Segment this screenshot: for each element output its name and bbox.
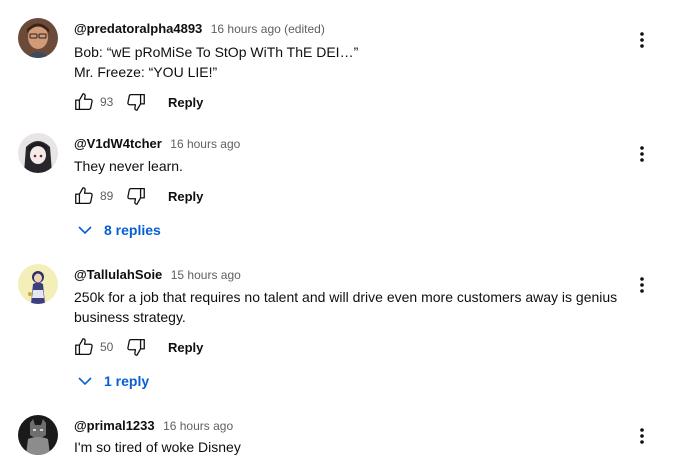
comment-timestamp[interactable]: 15 hours ago	[171, 268, 241, 282]
comment-menu-button[interactable]	[630, 28, 654, 52]
thumbs-up-icon	[75, 93, 93, 110]
comment-menu-button[interactable]	[630, 142, 654, 166]
comment-timestamp[interactable]: 16 hours ago (edited)	[211, 22, 325, 36]
comment-timestamp[interactable]: 16 hours ago	[170, 137, 240, 151]
reply-button[interactable]: Reply	[168, 340, 203, 355]
comments-section: @predatoralpha4893 16 hours ago (edited)…	[0, 0, 678, 465]
comment-text-line: I'm so tired of woke Disney	[74, 439, 241, 455]
comment-text: They never learn.	[74, 156, 634, 176]
thumbs-down-icon	[127, 339, 145, 356]
comment-actions: 89 Reply	[72, 184, 203, 208]
comment-author[interactable]: @predatoralpha4893	[74, 21, 202, 36]
avatar-dark-anime-icon	[18, 133, 58, 173]
comment-text-line: They never learn.	[74, 158, 183, 174]
like-button[interactable]	[72, 90, 96, 114]
avatar[interactable]	[18, 133, 58, 173]
avatar[interactable]	[18, 18, 58, 58]
reply-button[interactable]: Reply	[168, 95, 203, 110]
comment-header: @predatoralpha4893 16 hours ago (edited)	[74, 20, 325, 38]
replies-count-label: 8 replies	[104, 222, 161, 238]
chevron-down-icon	[78, 377, 92, 386]
more-vertical-icon	[640, 146, 644, 162]
avatar-man-portrait-icon	[18, 18, 58, 58]
more-vertical-icon	[640, 428, 644, 444]
comment-actions: 50 Reply	[72, 335, 203, 359]
comment-author[interactable]: @TallulahSoie	[74, 267, 162, 282]
comment-header: @V1dW4tcher 16 hours ago	[74, 135, 240, 153]
thumbs-down-icon	[127, 94, 145, 111]
dislike-button[interactable]	[124, 90, 148, 114]
comment-header: @primal1233 16 hours ago	[74, 417, 233, 435]
comment-text: 250k for a job that requires no talent a…	[74, 287, 634, 327]
reply-button[interactable]: Reply	[168, 189, 203, 204]
comment-author[interactable]: @primal1233	[74, 418, 155, 433]
comment-text-line: Bob: “wE pRoMiSe To StOp WiTh ThE DEI…”	[74, 44, 359, 60]
comment-text-line: business strategy.	[74, 309, 186, 325]
comment-header: @TallulahSoie 15 hours ago	[74, 266, 241, 284]
dislike-button[interactable]	[124, 335, 148, 359]
comment-menu-button[interactable]	[630, 424, 654, 448]
comment-author[interactable]: @V1dW4tcher	[74, 136, 162, 151]
replies-count-label: 1 reply	[104, 373, 150, 389]
thumbs-up-icon	[75, 187, 93, 204]
comment-text-line: 250k for a job that requires no talent a…	[74, 289, 618, 305]
avatar[interactable]	[18, 415, 58, 455]
chevron-down-icon	[78, 226, 92, 235]
avatar-yellow-illustration-icon	[18, 264, 58, 304]
like-count: 89	[100, 189, 114, 203]
like-count: 50	[100, 340, 114, 354]
comment-text-line: Mr. Freeze: “YOU LIE!”	[74, 64, 218, 80]
view-replies-button[interactable]: 1 reply	[76, 369, 149, 393]
view-replies-button[interactable]: 8 replies	[76, 218, 161, 242]
avatar-dark-armor-icon	[18, 415, 58, 455]
like-button[interactable]	[72, 184, 96, 208]
thumbs-up-icon	[75, 338, 93, 355]
like-count: 93	[100, 95, 114, 109]
comment-text: I'm so tired of woke Disney	[74, 437, 634, 457]
avatar[interactable]	[18, 264, 58, 304]
comment-text: Bob: “wE pRoMiSe To StOp WiTh ThE DEI…” …	[74, 42, 634, 82]
comment-timestamp[interactable]: 16 hours ago	[163, 419, 233, 433]
like-button[interactable]	[72, 335, 96, 359]
more-vertical-icon	[640, 32, 644, 48]
dislike-button[interactable]	[124, 184, 148, 208]
more-vertical-icon	[640, 277, 644, 293]
comment-menu-button[interactable]	[630, 273, 654, 297]
thumbs-down-icon	[127, 188, 145, 205]
comment-actions: 93 Reply	[72, 90, 203, 114]
